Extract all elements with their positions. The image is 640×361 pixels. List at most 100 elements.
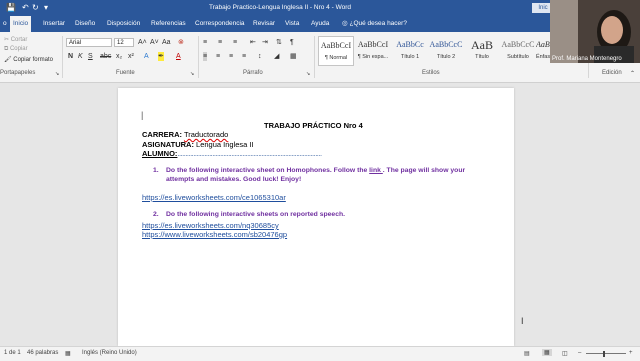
item2-text: Do the following interactive sheets on r…	[166, 211, 346, 218]
ribbon: ✂ Cortar ⧉ Copiar 🖌 Copiar formato Porta…	[0, 32, 640, 83]
font-name-field[interactable]: Arial	[66, 38, 112, 47]
collapse-ribbon-icon[interactable]: ⌃	[630, 70, 635, 79]
document-area[interactable]: | TRABAJO PRÁCTICO Nro 4 CARRERA: Traduc…	[0, 83, 640, 346]
format-painter-button[interactable]: 🖌 Copiar formato	[4, 56, 53, 63]
tab-ayuda[interactable]: Ayuda	[308, 16, 332, 32]
font-launcher-icon[interactable]: ↘	[190, 70, 194, 79]
zoom-slider[interactable]	[586, 353, 626, 354]
change-case-icon[interactable]: Aa	[162, 38, 171, 47]
multilevel-list-icon[interactable]: ≡	[233, 38, 237, 47]
item2-number: 2.	[153, 211, 159, 218]
print-layout-icon[interactable]: ▦	[542, 349, 552, 356]
italic-icon[interactable]: K	[78, 52, 83, 61]
bold-icon[interactable]: N	[68, 52, 73, 61]
style-title[interactable]: AaB Título	[464, 36, 500, 66]
item1-text-line1: Do the following interactive sheet on Ho…	[166, 167, 466, 174]
zoom-in-icon[interactable]: +	[629, 350, 633, 356]
document-title: TRABAJO PRÁCTICO Nro 4	[264, 121, 363, 130]
ribbon-tabs: o Inicio Insertar Diseño Disposición Ref…	[0, 16, 640, 32]
numbering-icon[interactable]: ≡	[218, 38, 222, 47]
align-center-icon[interactable]: ≡	[216, 52, 220, 61]
clear-format-icon[interactable]: ⊗	[178, 38, 184, 47]
presenter-photo	[550, 0, 640, 63]
text-effects-icon[interactable]: A	[144, 52, 149, 61]
item1-text-line2: attempts and mistakes. Good luck! Enjoy!	[166, 176, 302, 183]
word-count[interactable]: 46 palabras	[27, 350, 58, 356]
paragraph-group-label: Párrafo	[243, 70, 263, 76]
editing-group-label: Edición	[602, 70, 622, 76]
bullets-icon[interactable]: ≡	[203, 38, 207, 47]
tab-referencias[interactable]: Referencias	[148, 16, 189, 32]
mouse-ibeam-cursor: I	[521, 316, 524, 326]
tab-insertar[interactable]: Insertar	[40, 16, 68, 32]
line-spacing-icon[interactable]: ↕	[258, 52, 262, 61]
show-marks-icon[interactable]: ¶	[290, 38, 294, 47]
tell-me-box[interactable]: ◎ ¿Qué desea hacer?	[342, 16, 407, 32]
window-title: Trabajo Practico-Lengua Inglesa II - Nro…	[209, 4, 351, 11]
underline-icon[interactable]: S	[88, 52, 93, 61]
link-reported-speech-2[interactable]: https://www.liveworksheets.com/sb20476gp	[142, 230, 287, 239]
ribbon-separator	[198, 36, 199, 78]
style-normal[interactable]: AaBbCcI ¶ Normal	[318, 36, 354, 66]
tab-disposicion[interactable]: Disposición	[104, 16, 143, 32]
font-size-field[interactable]: 12	[114, 38, 134, 47]
asignatura-line: ASIGNATURA: Lengua Inglesa II	[142, 140, 254, 149]
web-layout-icon[interactable]: ◫	[562, 350, 568, 357]
style-emphasis[interactable]: AaBbCcIÉnfasis	[536, 36, 550, 66]
shading-icon[interactable]: ◢	[274, 52, 279, 61]
font-group-label: Fuente	[116, 70, 135, 76]
status-bar: 1 de 1 46 palabras ▦ Inglés (Reino Unido…	[0, 346, 640, 361]
copy-button[interactable]: ⧉ Copiar	[4, 46, 28, 53]
tab-correspondencia[interactable]: Correspondencia	[192, 16, 248, 32]
ribbon-separator	[62, 36, 63, 78]
presenter-name: Prof. Mariana Montenegro	[552, 56, 622, 62]
link-homophones[interactable]: https://es.liveworksheets.com/ce1065310a…	[142, 193, 286, 202]
carrera-line: CARRERA: Traductorado	[142, 130, 229, 139]
tab-revisar[interactable]: Revisar	[250, 16, 278, 32]
webcam-overlay: Prof. Mariana Montenegro	[550, 0, 640, 63]
paragraph-launcher-icon[interactable]: ↘	[306, 70, 310, 79]
style-no-spacing[interactable]: AaBbCcI ¶ Sin espa...	[355, 36, 391, 66]
lightbulb-icon: ◎	[342, 20, 348, 27]
spell-check-icon[interactable]: ▦	[65, 350, 71, 357]
zoom-out-icon[interactable]: –	[578, 350, 581, 356]
cut-button[interactable]: ✂ Cortar	[4, 36, 27, 43]
item1-inline-link[interactable]: link	[369, 167, 383, 174]
tab-file[interactable]: o	[0, 16, 10, 32]
grow-font-icon[interactable]: A˄	[138, 38, 147, 47]
item1-number: 1.	[153, 167, 159, 174]
style-heading-2[interactable]: AaBbCcC Título 2	[428, 36, 464, 66]
read-mode-icon[interactable]: ▤	[524, 350, 530, 357]
page-count[interactable]: 1 de 1	[4, 350, 21, 356]
style-heading-1[interactable]: AaBbCc Título 1	[392, 36, 428, 66]
align-left-icon[interactable]: ≡	[203, 52, 208, 61]
justify-icon[interactable]: ≡	[242, 52, 246, 61]
highlight-icon[interactable]: ✒	[158, 52, 164, 61]
clipboard-launcher-icon[interactable]: ↘	[55, 70, 59, 79]
tell-me-label: ¿Qué desea hacer?	[349, 20, 407, 27]
style-subtitle[interactable]: AaBbCcC Subtítulo	[500, 36, 536, 66]
tab-inicio[interactable]: Inicio	[10, 16, 32, 32]
sort-icon[interactable]: ⇅	[276, 38, 282, 47]
shrink-font-icon[interactable]: A˅	[150, 38, 159, 47]
styles-group-label: Estilos	[422, 70, 440, 76]
increase-indent-icon[interactable]: ⇥	[262, 38, 268, 47]
tab-vista[interactable]: Vista	[282, 16, 302, 32]
strikethrough-icon[interactable]: abc	[100, 52, 111, 61]
title-bar: 💾 ↶ ↻ ▾ Trabajo Practico-Lengua Inglesa …	[0, 0, 640, 16]
clipboard-group-label: Portapapeles	[0, 70, 36, 76]
link-reported-speech-1[interactable]: https://es.liveworksheets.com/nq30685cy	[142, 221, 279, 230]
ribbon-separator	[314, 36, 315, 78]
alumno-line: ALUMNO:.................................…	[142, 149, 322, 158]
superscript-icon[interactable]: x²	[128, 52, 134, 61]
subscript-icon[interactable]: x₂	[116, 52, 122, 61]
font-color-icon[interactable]: A	[176, 52, 181, 61]
document-page[interactable]: | TRABAJO PRÁCTICO Nro 4 CARRERA: Traduc…	[118, 88, 514, 346]
borders-icon[interactable]: ▦	[290, 52, 297, 61]
align-right-icon[interactable]: ≡	[229, 52, 233, 61]
tab-diseno[interactable]: Diseño	[72, 16, 98, 32]
text-cursor: |	[141, 110, 144, 120]
language-indicator[interactable]: Inglés (Reino Unido)	[82, 350, 137, 356]
decrease-indent-icon[interactable]: ⇤	[250, 38, 256, 47]
zoom-slider-thumb[interactable]	[603, 351, 605, 357]
